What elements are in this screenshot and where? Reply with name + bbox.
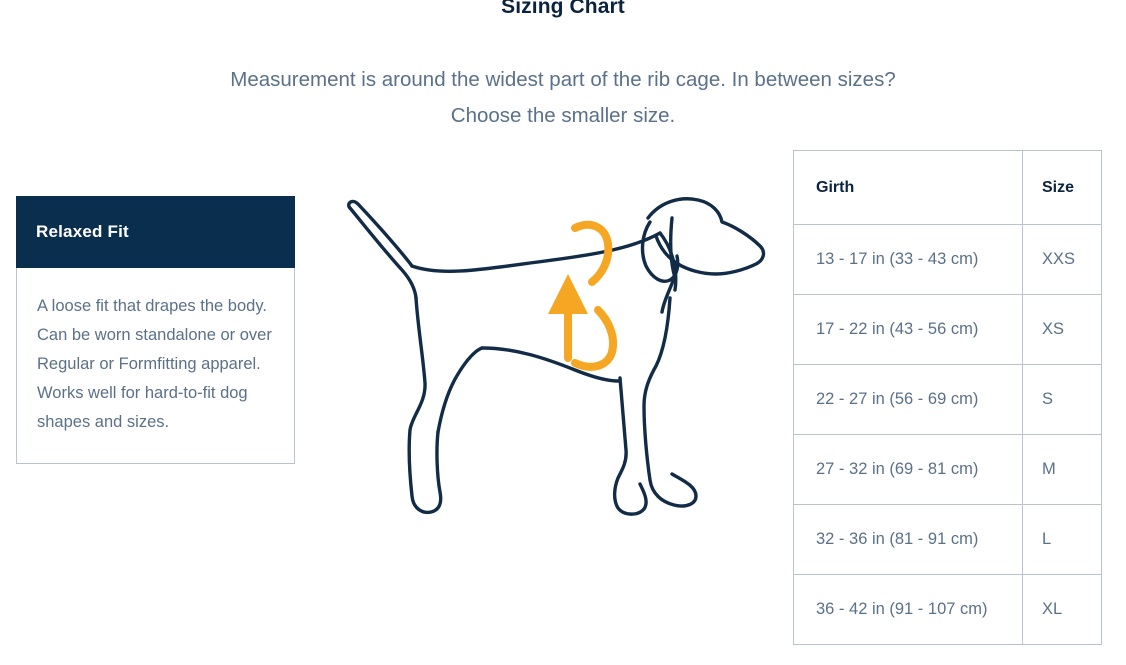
girth-measure-loop — [571, 220, 617, 371]
subtitle-line-1: Measurement is around the widest part of… — [230, 68, 896, 91]
sizing-chart-page: Sizing Chart Measurement is around the w… — [0, 0, 1126, 665]
cell-girth: 17 - 22 in (43 - 56 cm) — [793, 294, 1023, 365]
column-header-size: Size — [1022, 150, 1102, 225]
fit-card-title: Relaxed Fit — [36, 222, 129, 241]
cell-size: M — [1022, 434, 1102, 505]
table-row: 22 - 27 in (56 - 69 cm) S — [793, 364, 1102, 435]
cell-girth: 36 - 42 in (91 - 107 cm) — [793, 574, 1023, 645]
cell-size: XS — [1022, 294, 1102, 365]
table-body: 13 - 17 in (33 - 43 cm) XXS 17 - 22 in (… — [793, 224, 1102, 645]
table-row: 36 - 42 in (91 - 107 cm) XL — [793, 574, 1102, 645]
cell-girth: 32 - 36 in (81 - 91 cm) — [793, 504, 1023, 575]
column-header-girth: Girth — [793, 150, 1023, 225]
cell-size: XL — [1022, 574, 1102, 645]
subtitle: Measurement is around the widest part of… — [63, 62, 1063, 134]
table-header-row: Girth Size — [793, 150, 1102, 225]
cell-girth: 27 - 32 in (69 - 81 cm) — [793, 434, 1023, 505]
cell-size: L — [1022, 504, 1102, 575]
table-row: 17 - 22 in (43 - 56 cm) XS — [793, 294, 1102, 365]
table-row: 27 - 32 in (69 - 81 cm) M — [793, 434, 1102, 505]
fit-description-card: Relaxed Fit A loose fit that drapes the … — [16, 196, 295, 464]
table-row: 13 - 17 in (33 - 43 cm) XXS — [793, 224, 1102, 295]
table-row: 32 - 36 in (81 - 91 cm) L — [793, 504, 1102, 575]
size-table: Girth Size 13 - 17 in (33 - 43 cm) XXS 1… — [793, 150, 1102, 645]
fit-card-description: A loose fit that drapes the body. Can be… — [37, 297, 272, 431]
cell-girth: 22 - 27 in (56 - 69 cm) — [793, 364, 1023, 435]
dog-illustration — [330, 178, 780, 528]
girth-measure-arrow — [548, 274, 588, 362]
fit-card-header: Relaxed Fit — [16, 196, 295, 268]
cell-size: S — [1022, 364, 1102, 435]
cell-size: XXS — [1022, 224, 1102, 295]
size-table-container: Girth Size 13 - 17 in (33 - 43 cm) XXS 1… — [793, 150, 1102, 645]
cell-girth: 13 - 17 in (33 - 43 cm) — [793, 224, 1023, 295]
page-title: Sizing Chart — [501, 0, 625, 18]
subtitle-line-2: Choose the smaller size. — [450, 104, 676, 127]
